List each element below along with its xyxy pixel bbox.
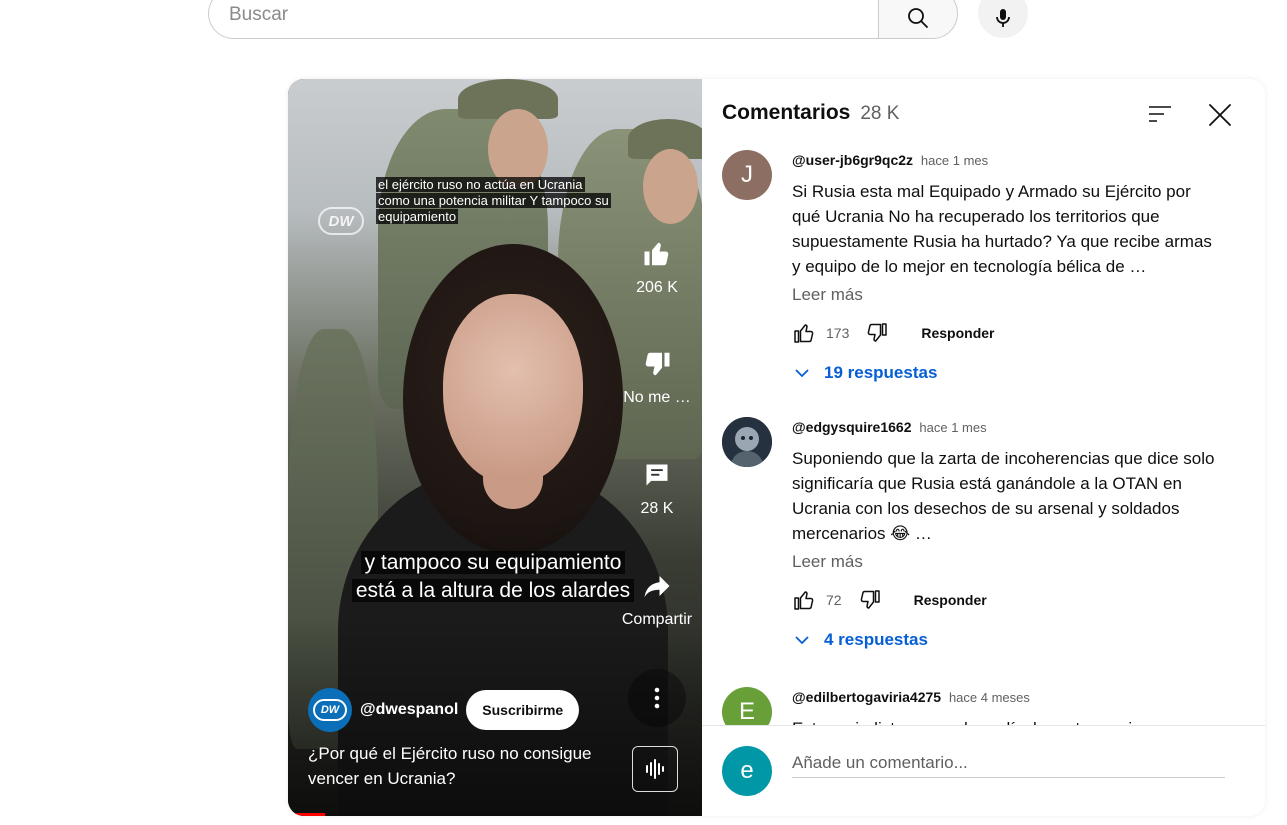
thumbs-down-outline-icon[interactable]	[858, 588, 882, 612]
reply-button[interactable]: Responder	[914, 592, 987, 608]
video-title[interactable]: ¿Por qué el Ejército ruso no consigue ve…	[308, 741, 598, 791]
comments-button[interactable]: 28 K	[612, 460, 702, 518]
caption-top-line: equipamiento	[376, 209, 459, 224]
thumbs-up-outline-icon[interactable]	[792, 588, 816, 612]
comment-body: @user-jb6gr9qc2z hace 1 mes Si Rusia est…	[792, 150, 1222, 383]
dislike-button[interactable]: No me …	[612, 349, 702, 407]
caption-top: el ejército ruso no actúa en Ucrania com…	[376, 177, 634, 225]
share-icon	[644, 576, 670, 598]
close-icon	[1209, 104, 1231, 126]
more-vertical-icon	[654, 687, 660, 709]
dw-watermark-logo: DW	[318, 207, 364, 235]
presenter-face	[443, 294, 583, 484]
sort-button[interactable]	[1142, 99, 1178, 129]
comment-author[interactable]: @user-jb6gr9qc2z	[792, 152, 913, 168]
comments-list[interactable]: J @user-jb6gr9qc2z hace 1 mes Si Rusia e…	[702, 139, 1265, 725]
shorts-card: el ejército ruso no actúa en Ucrania com…	[288, 79, 1265, 816]
comments-count: 28 K	[640, 500, 674, 517]
comment-avatar[interactable]: E	[722, 687, 772, 725]
comment-author[interactable]: @edilbertogaviria4275	[792, 689, 941, 705]
voice-search-button[interactable]	[978, 0, 1028, 38]
read-more-link[interactable]: Leer más	[792, 285, 863, 305]
replies-label: 4 respuestas	[824, 630, 928, 649]
caption-main-line: y tampoco su equipamiento	[360, 551, 626, 574]
read-more-link[interactable]: Leer más	[792, 552, 863, 572]
comment-text: Si Rusia esta mal Equipado y Armado su E…	[792, 182, 1212, 276]
chevron-down-icon	[795, 636, 809, 645]
progress-bar[interactable]	[288, 813, 326, 816]
comment-meta: @edilbertogaviria4275 hace 4 meses	[792, 687, 1222, 708]
comment-meta: @user-jb6gr9qc2z hace 1 mes	[792, 150, 1222, 171]
comment-author[interactable]: @edgysquire1662	[792, 419, 912, 435]
chevron-down-icon	[795, 369, 809, 378]
comment-time[interactable]: hace 4 meses	[949, 690, 1030, 705]
dislike-label: No me …	[623, 389, 691, 406]
caption-top-line: como una potencia militar Y tampoco su	[376, 193, 611, 208]
thumbs-up-outline-icon[interactable]	[792, 321, 816, 345]
comment-icon	[646, 464, 668, 486]
sort-icon	[1149, 106, 1171, 122]
comment-actions: 72 Responder	[792, 584, 1222, 616]
avatar-image-icon	[722, 417, 772, 467]
caption-top-line: el ejército ruso no actúa en Ucrania	[376, 177, 585, 192]
audio-waveform-icon	[646, 759, 664, 779]
thumbs-up-icon	[644, 242, 669, 266]
soldier-face	[643, 149, 698, 224]
share-button[interactable]: Compartir	[612, 571, 702, 629]
user-avatar[interactable]: e	[722, 746, 772, 796]
video-player[interactable]: el ejército ruso no actúa en Ucrania com…	[288, 79, 702, 816]
comment-like-count: 72	[826, 592, 842, 608]
comment-actions: 173 Responder	[792, 317, 1222, 349]
replies-label: 19 respuestas	[824, 363, 938, 382]
search-button[interactable]	[878, 0, 958, 39]
comments-count-header: 28 K	[860, 103, 900, 124]
comment-time[interactable]: hace 1 mes	[919, 420, 986, 435]
search-icon	[908, 7, 928, 28]
share-label: Compartir	[621, 611, 693, 628]
caption-main-line: está a la altura de los alardes	[351, 579, 635, 602]
search-box[interactable]	[208, 0, 879, 39]
comment-text: Este periodista ve mucha película nortea…	[792, 716, 1222, 725]
subscribe-button[interactable]: Suscribirme	[466, 690, 580, 730]
comment-body: @edgysquire1662 hace 1 mes Suponiendo qu…	[792, 417, 1222, 650]
comments-panel: Comentarios 28 K J @user-jb6gr9qc2z hace…	[702, 79, 1265, 816]
caption-main: y tampoco su equipamiento está a la altu…	[328, 549, 658, 605]
microphone-icon	[996, 9, 1010, 27]
view-replies-button[interactable]: 4 respuestas	[792, 630, 1222, 650]
comment-avatar[interactable]	[722, 417, 772, 467]
thumbs-down-outline-icon[interactable]	[865, 321, 889, 345]
audio-button[interactable]	[632, 746, 678, 792]
like-count: 206 K	[636, 279, 678, 296]
thumbs-down-icon	[645, 352, 670, 376]
more-options-button[interactable]	[628, 669, 686, 727]
page: el ejército ruso no actúa en Ucrania com…	[0, 0, 1287, 825]
add-comment-bar: e	[702, 725, 1265, 816]
dw-logo: DW	[313, 699, 347, 721]
comment-text: Suponiendo que la zarta de incoherencias…	[792, 449, 1215, 543]
close-button[interactable]	[1202, 97, 1238, 133]
channel-name[interactable]: @dwespanol	[360, 701, 458, 719]
comment-meta: @edgysquire1662 hace 1 mes	[792, 417, 1222, 438]
comment-time[interactable]: hace 1 mes	[921, 153, 988, 168]
add-comment-input[interactable]	[792, 748, 1225, 778]
like-button[interactable]: 206 K	[612, 239, 702, 297]
channel-avatar[interactable]: DW	[308, 688, 352, 732]
comment-avatar[interactable]: J	[722, 150, 772, 200]
channel-info: DW @dwespanol Suscribirme	[308, 688, 580, 732]
view-replies-button[interactable]: 19 respuestas	[792, 363, 1222, 383]
search-input[interactable]	[229, 1, 849, 29]
comment-body: @edilbertogaviria4275 hace 4 meses Este …	[792, 687, 1222, 725]
comments-title: Comentarios	[722, 101, 851, 124]
comment-like-count: 173	[826, 325, 850, 341]
comments-header: Comentarios 28 K	[722, 101, 899, 125]
reply-button[interactable]: Responder	[921, 325, 994, 341]
